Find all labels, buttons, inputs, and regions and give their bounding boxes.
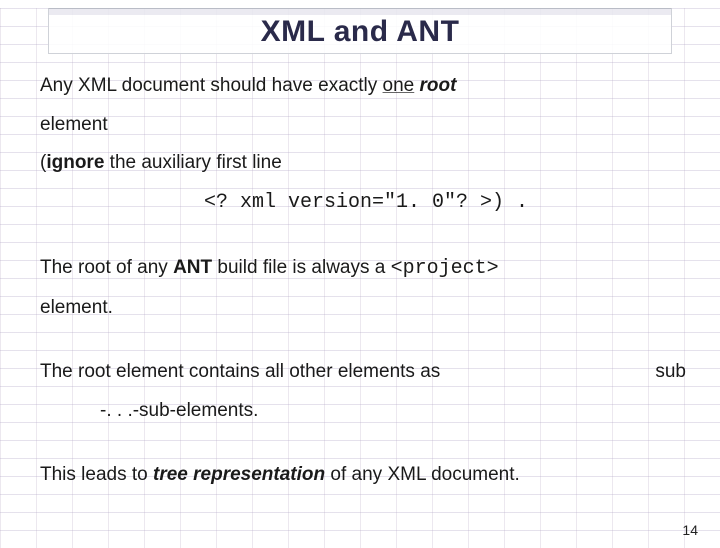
slide-body: Any XML document should have exactly one…: [40, 72, 692, 490]
text-root: root: [420, 75, 457, 96]
slide-title: XML and ANT: [49, 15, 671, 49]
text-right-sub: sub: [655, 358, 692, 387]
paragraph-1-line1: Any XML document should have exactly one…: [40, 72, 692, 101]
page-number: 14: [682, 522, 698, 538]
paragraph-2-line1: (ignore the auxiliary first line: [40, 149, 692, 178]
code-line: <? xml version="1. 0"? >) .: [40, 188, 692, 218]
paragraph-3-line2: element.: [40, 294, 692, 323]
text-left: The root element contains all other elem…: [40, 358, 440, 387]
title-bar: XML and ANT: [48, 8, 672, 54]
paragraph-4-line2: -. . .-sub-elements.: [40, 397, 692, 426]
code-xml-decl: <? xml version="1. 0"? >: [204, 191, 492, 214]
code-project-tag: <project>: [391, 257, 499, 280]
text-underline-one: one: [383, 75, 415, 96]
paragraph-1-line2: element: [40, 111, 692, 140]
text-ant: ANT: [173, 257, 212, 278]
text-ignore: ignore: [46, 152, 104, 173]
paragraph-3-line1: The root of any ANT build file is always…: [40, 254, 692, 284]
text: the auxiliary first line: [104, 152, 281, 173]
slide: XML and ANT Any XML document should have…: [0, 8, 720, 548]
paragraph-4-line1: The root element contains all other elem…: [40, 358, 692, 387]
paragraph-5: This leads to tree representation of any…: [40, 461, 692, 490]
text: This leads to: [40, 464, 153, 485]
text: of any XML document.: [325, 464, 520, 485]
text: build file is always a: [212, 257, 390, 278]
code-tail: ) .: [492, 191, 528, 214]
text: Any XML document should have exactly: [40, 75, 383, 96]
text-tree-rep: tree representation: [153, 464, 325, 485]
text: The root of any: [40, 257, 173, 278]
